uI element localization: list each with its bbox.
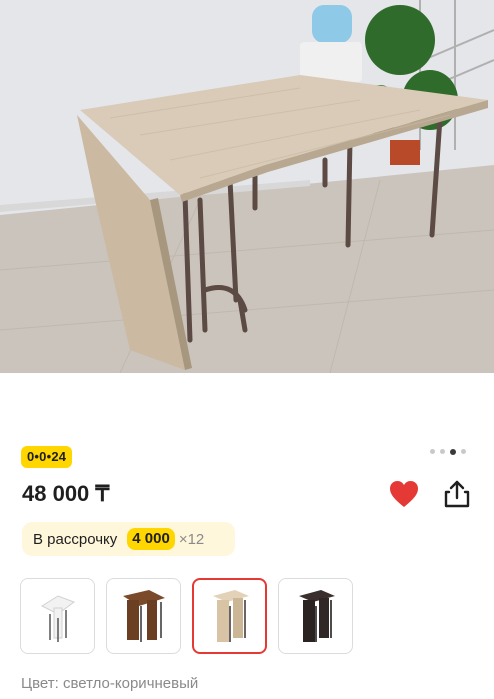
variant-white[interactable] (20, 578, 95, 654)
share-icon (444, 480, 470, 508)
variant-dark[interactable] (278, 578, 353, 654)
selected-color-info: Цвет: светло-коричневый (21, 675, 198, 692)
color-value: светло-коричневый (62, 675, 199, 692)
pager-dot[interactable] (440, 449, 445, 454)
pager-dot[interactable] (430, 449, 435, 454)
product-price: 48 000 ₸ (22, 481, 110, 506)
installment-offer[interactable]: В рассрочку 4 000 ×12 (22, 522, 235, 556)
share-button[interactable] (441, 478, 473, 510)
color-variants (20, 578, 353, 654)
pager-dot-active[interactable] (450, 448, 456, 455)
favorite-button[interactable] (388, 479, 420, 509)
installment-multiplier: ×12 (178, 530, 205, 548)
pager-dot[interactable] (461, 449, 466, 454)
heart-icon (390, 481, 418, 507)
table-thumbnail (212, 590, 249, 642)
installment-amount: 4 000 (127, 528, 175, 550)
color-prefix: Цвет: (21, 675, 59, 692)
installment-label: В рассрочку (33, 530, 118, 548)
table-thumbnail (122, 590, 165, 642)
gallery-pager[interactable] (430, 448, 466, 455)
variant-light-brown[interactable] (192, 578, 267, 654)
table-thumbnail (298, 590, 335, 642)
table-thumbnail (40, 595, 75, 642)
product-image[interactable] (0, 0, 494, 373)
installment-plan-badge: 0•0•24 (21, 446, 73, 468)
variant-walnut[interactable] (106, 578, 181, 654)
